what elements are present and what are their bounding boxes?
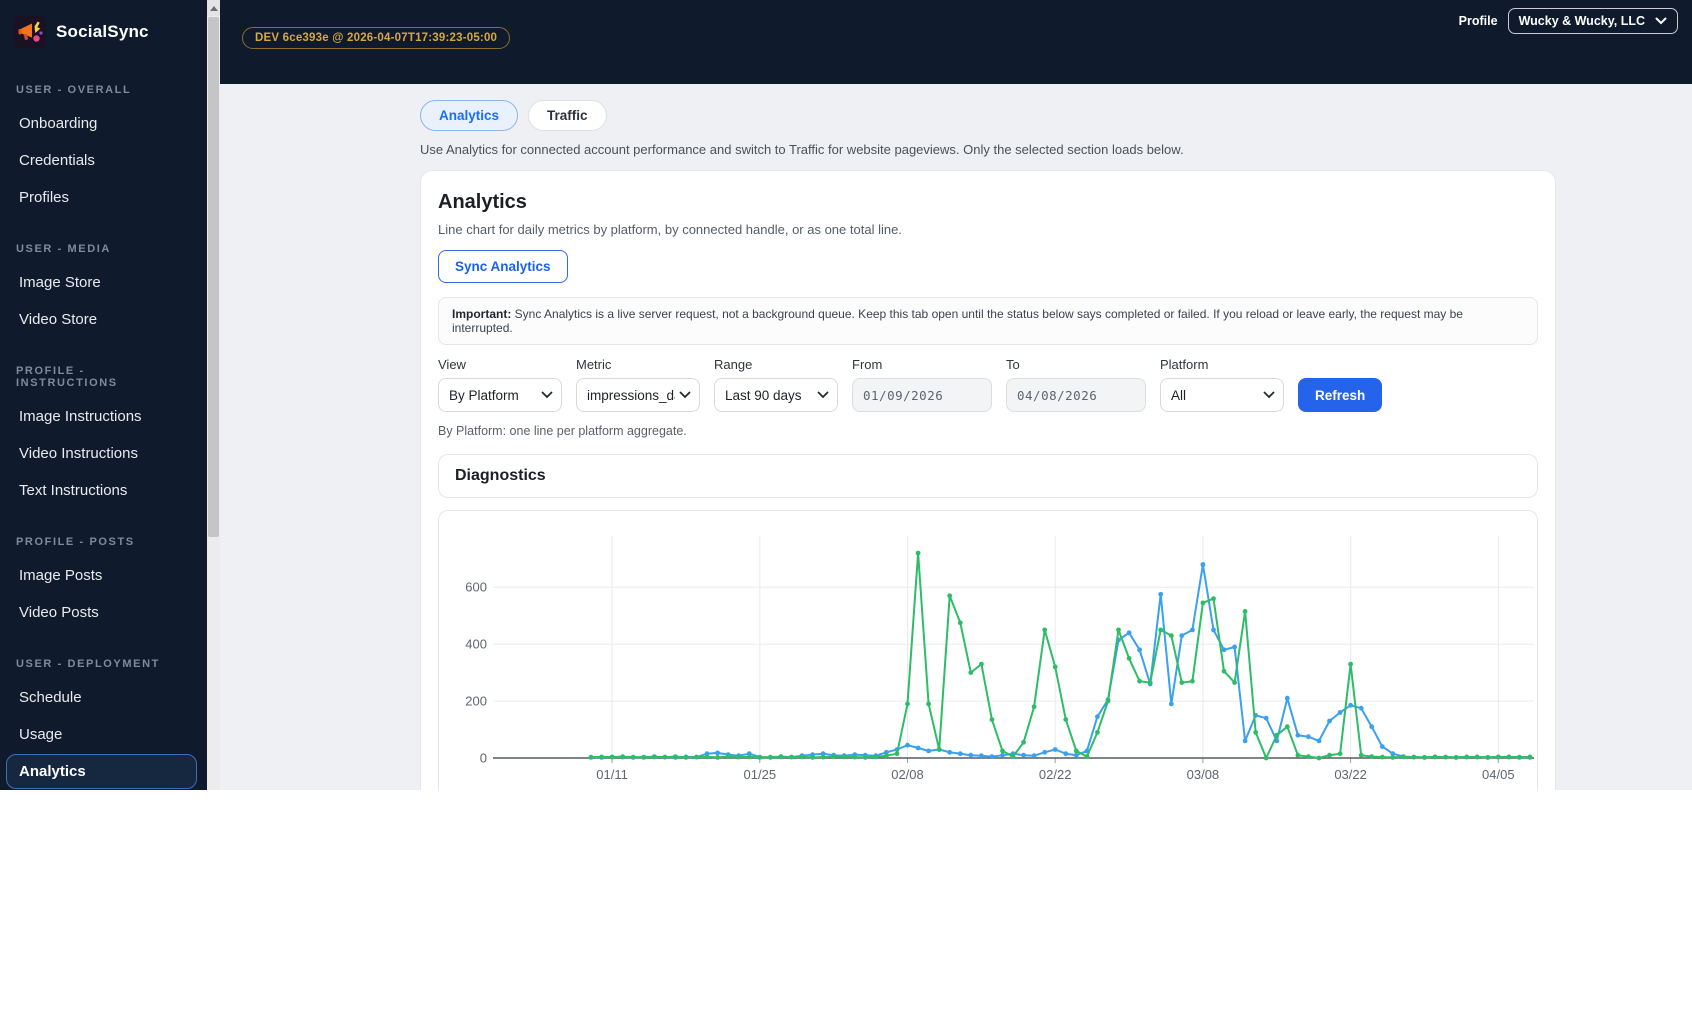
arrow-up-icon [209,5,218,11]
filter-label-view: View [438,357,466,372]
section-tabs: Analytics Traffic [420,100,1556,131]
important-note-label: Important: [452,307,512,321]
sync-analytics-button[interactable]: Sync Analytics [438,250,568,283]
svg-text:03/08: 03/08 [1187,767,1220,782]
sidebar-section-user-overall: USER - OVERALL [16,84,132,96]
profile-select[interactable]: Wucky & Wucky, LLC [1507,8,1678,34]
app-window: SocialSync USER - OVERALL Onboarding Crede… [0,0,1692,790]
to-date-input[interactable] [1006,378,1146,412]
brand[interactable]: SocialSync [0,0,207,58]
svg-text:01/25: 01/25 [744,767,777,782]
tabs-hint: Use Analytics for connected account perf… [420,142,1184,157]
important-note: Important: Sync Analytics is a live serv… [438,297,1538,345]
sidebar-section-user-media: USER - MEDIA [16,243,111,255]
from-date-input[interactable] [852,378,992,412]
analytics-card: Analytics Line chart for daily metrics b… [420,170,1556,790]
filter-view: View By Platform [438,357,562,412]
app-logo-icon [14,16,46,48]
filter-label-metric: Metric [576,357,612,372]
filter-label-platform: Platform [1160,357,1209,372]
sidebar-item-schedule[interactable]: Schedule [6,680,197,715]
platform-select[interactable]: All [1160,378,1284,412]
range-select[interactable]: Last 90 days [714,378,838,412]
svg-text:0: 0 [480,751,487,766]
tab-traffic[interactable]: Traffic [528,100,607,131]
tab-analytics[interactable]: Analytics [420,100,519,131]
sidebar-item-onboarding[interactable]: Onboarding [6,106,197,141]
diagnostics-panel: Diagnostics [438,454,1538,498]
profile-select-value: Wucky & Wucky, LLC [1518,14,1645,28]
content-area: Analytics Traffic Use Analytics for conne… [220,84,1556,790]
sidebar-item-text-instructions[interactable]: Text Instructions [6,473,197,508]
profile-label: Profile [1458,14,1498,28]
filter-label-to: To [1006,357,1020,372]
diagnostics-title: Diagnostics [455,467,546,484]
metric-select[interactable]: impressions_dai [576,378,700,412]
scrollbar-thumb[interactable] [208,17,219,537]
app-title: SocialSync [56,22,149,41]
svg-text:02/22: 02/22 [1039,767,1072,782]
scrollbar-up-button[interactable] [207,0,220,16]
analytics-line-chart[interactable]: 01/11 01/25 02/08 02/22 03/08 03/22 04/05 0 200 4… [439,512,1539,790]
sidebar-section-user-deployment: USER - DEPLOYMENT [16,658,160,670]
refresh-button[interactable]: Refresh [1298,378,1383,412]
svg-text:600: 600 [465,580,487,595]
chart-panel: 01/11 01/25 02/08 02/22 03/08 03/22 04/05 0 200 4… [438,510,1538,790]
sidebar-section-profile-instructions: PROFILE - INSTRUCTIONS [16,365,118,389]
sidebar-scrollbar[interactable] [207,0,220,790]
filter-from: From [852,357,992,412]
sidebar-item-image-store[interactable]: Image Store [6,265,197,300]
svg-text:03/22: 03/22 [1334,767,1367,782]
sidebar-item-video-instructions[interactable]: Video Instructions [6,436,197,471]
svg-text:04/05: 04/05 [1482,767,1515,782]
card-title: Analytics [438,191,527,213]
filter-metric: Metric impressions_dai [576,357,700,412]
main-area: DEV 6ce393e @ 2026-04-07T17:39:23-05:00 … [220,0,1692,790]
filters-row: View By Platform Metric impressions_dai Rang… [438,357,1538,412]
topbar: DEV 6ce393e @ 2026-04-07T17:39:23-05:00 … [220,0,1692,84]
view-hint: By Platform: one line per platform aggre… [438,424,687,438]
sidebar-section-profile-posts: PROFILE - POSTS [16,536,135,548]
sidebar-nav: USER - OVERALL Onboarding Credentials Profi… [0,58,207,790]
filter-label-from: From [852,357,883,372]
sidebar-item-credentials[interactable]: Credentials [6,143,197,178]
sidebar-item-image-instructions[interactable]: Image Instructions [6,399,197,434]
sidebar-item-usage[interactable]: Usage [6,717,197,752]
profile-switcher: Profile Wucky & Wucky, LLC [1459,8,1678,34]
view-select[interactable]: By Platform [438,378,562,412]
sidebar-item-video-store[interactable]: Video Store [6,302,197,337]
sidebar-item-image-posts[interactable]: Image Posts [6,558,197,593]
sidebar-item-analytics[interactable]: Analytics [6,754,197,789]
filter-platform: Platform All [1160,357,1284,412]
filter-range: Range Last 90 days [714,357,838,412]
svg-text:200: 200 [465,694,487,709]
card-subtitle: Line chart for daily metrics by platform… [438,222,902,237]
svg-text:02/08: 02/08 [891,767,924,782]
chevron-down-icon [1655,17,1667,25]
important-note-text: Sync Analytics is a live server request,… [452,307,1463,335]
sidebar-item-video-posts[interactable]: Video Posts [6,595,197,630]
dev-build-badge: DEV 6ce393e @ 2026-04-07T17:39:23-05:00 [242,27,511,49]
filter-to: To [1006,357,1146,412]
svg-text:400: 400 [465,637,487,652]
filter-label-range: Range [714,357,753,372]
sidebar: SocialSync USER - OVERALL Onboarding Crede… [0,0,207,790]
sidebar-item-profiles[interactable]: Profiles [6,180,197,215]
svg-text:01/11: 01/11 [596,767,628,782]
